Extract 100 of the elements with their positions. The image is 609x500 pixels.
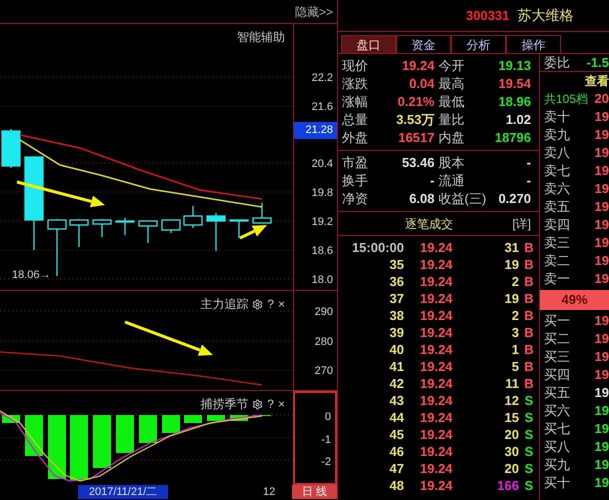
ask-price: 19 <box>594 198 609 216</box>
trade-volume: 15 <box>504 408 519 427</box>
quote-label: 现价 <box>342 57 368 76</box>
quote-value: 0.21% <box>398 93 434 112</box>
ask-price: 19 <box>594 126 609 144</box>
indicator-title: 捕捞季节 <box>200 396 248 413</box>
bid-label: 买七 <box>544 420 570 438</box>
trade-volume: 20 <box>504 460 519 478</box>
trade-time: 38 <box>388 306 404 325</box>
candlestick <box>252 203 272 224</box>
trade-time: 46 <box>388 442 404 461</box>
trade-side: B <box>523 374 535 393</box>
info-label: 股本 <box>438 154 464 172</box>
view-button[interactable]: 查看 <box>585 72 609 90</box>
ask-label: 卖四 <box>544 216 570 234</box>
trade-side: S <box>524 426 534 444</box>
bid-label: 买三 <box>544 348 570 366</box>
candlestick <box>183 206 203 228</box>
candlestick <box>69 219 89 247</box>
settings-icon[interactable] <box>252 398 264 410</box>
axis-label: 18.0 <box>312 273 333 288</box>
candlestick <box>1 129 21 168</box>
trade-price: 19.24 <box>420 324 453 342</box>
quote-label: 外盘 <box>342 129 368 148</box>
trade-volume: 30 <box>504 442 519 461</box>
quote-label: 涨跌 <box>342 75 368 94</box>
axis-label: -2 <box>321 455 331 470</box>
bid-label: 买五 <box>544 384 570 402</box>
trade-side: B <box>523 306 535 325</box>
count-label: 12 <box>263 486 276 498</box>
quote-value: 19.24 <box>402 57 434 76</box>
trade-time: 39 <box>388 324 404 342</box>
close-button[interactable]: × <box>278 398 285 410</box>
trade-side: B <box>523 358 535 376</box>
close-button[interactable]: × <box>278 298 285 310</box>
bid-label: 买四 <box>544 366 570 384</box>
trade-price: 19.24 <box>420 272 453 291</box>
trade-price: 19.24 <box>420 358 453 376</box>
ask-price: 19 <box>594 234 609 252</box>
help-button[interactable]: ? <box>267 298 274 310</box>
quote-value: 3.53万 <box>396 111 434 130</box>
quote-value: 19.13 <box>498 57 531 76</box>
histogram-bar <box>93 415 111 468</box>
info-value: 0.270 <box>498 190 531 208</box>
tab[interactable]: 盘口 <box>341 35 396 53</box>
trade-time: 43 <box>388 392 404 410</box>
trade-price: 19.24 <box>420 476 453 495</box>
trade-volume: 166 <box>497 476 519 495</box>
axis-label: 290 <box>314 305 333 320</box>
trade-volume: 19 <box>504 290 519 308</box>
stock-name: 苏大维格 <box>517 6 574 25</box>
info-value: - <box>526 154 531 172</box>
ask-price: 19 <box>594 144 609 162</box>
tab[interactable]: 分析 <box>451 35 506 53</box>
trade-time: 37 <box>388 290 404 308</box>
ask-label: 卖三 <box>544 234 570 252</box>
info-label: 市盈 <box>342 154 368 172</box>
quote-value: 1.02 <box>506 111 531 130</box>
ask-label: 卖九 <box>544 126 570 144</box>
quote-value: 18.96 <box>498 93 531 112</box>
bid-label: 买十 <box>544 474 570 492</box>
trade-volume: 2 <box>512 306 519 325</box>
axis-label: 18.6 <box>312 244 333 259</box>
ask-price: 19 <box>594 108 609 126</box>
hide-button[interactable]: 隐藏>> <box>294 2 333 20</box>
info-value: - <box>526 172 531 190</box>
candlestick <box>161 219 181 233</box>
bid-price: 19 <box>594 474 609 492</box>
trade-volume: 3 <box>512 324 519 342</box>
trade-time: 40 <box>388 340 404 359</box>
trade-time: 45 <box>388 426 404 444</box>
quote-value: 19.54 <box>498 75 531 94</box>
ask-price: 19 <box>594 180 609 198</box>
ask-price: 19 <box>594 270 609 288</box>
period-button[interactable]: 日 线 <box>292 485 337 499</box>
buy-share-bar: 49% <box>540 290 609 310</box>
trades-title: 逐笔成交 <box>404 216 454 232</box>
ask-price: 19 <box>594 162 609 180</box>
bid-label: 买六 <box>544 402 570 420</box>
tab[interactable]: 操作 <box>506 35 561 53</box>
help-button[interactable]: ? <box>267 398 274 410</box>
quote-value: 16517 <box>398 129 434 148</box>
candlestick <box>229 219 249 238</box>
trade-time: 48 <box>388 476 404 495</box>
axis-label: 20.4 <box>312 157 333 172</box>
ask-label: 卖二 <box>544 252 570 270</box>
trade-side: B <box>523 256 535 274</box>
settings-icon[interactable] <box>252 298 264 310</box>
trade-side: S <box>524 442 534 461</box>
bid-price: 19 <box>594 402 609 420</box>
bid-price: 19 <box>594 420 609 438</box>
candlestick <box>138 220 158 243</box>
tab[interactable]: 资金 <box>396 35 451 53</box>
trade-price: 19.24 <box>420 306 453 325</box>
detail-button[interactable]: [详] <box>512 214 531 232</box>
trade-price: 19.24 <box>420 408 453 427</box>
trade-side: B <box>523 340 535 359</box>
trade-volume: 20 <box>504 426 519 444</box>
bid-price: 19 <box>594 312 609 330</box>
trade-price: 19.24 <box>420 426 453 444</box>
